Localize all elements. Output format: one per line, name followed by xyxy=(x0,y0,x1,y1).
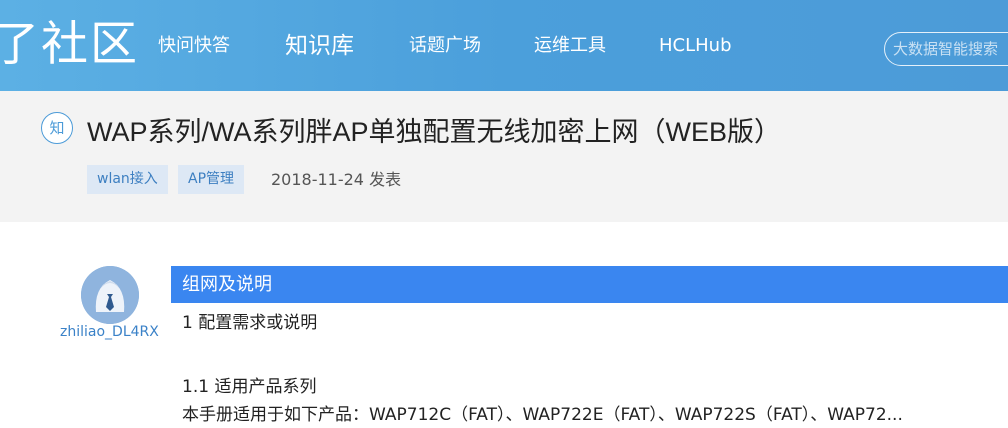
nav-item-knowledge-base[interactable]: 知识库 xyxy=(285,31,354,61)
article-header-band xyxy=(0,91,1008,222)
search-input[interactable] xyxy=(885,33,1008,65)
avatar-image xyxy=(81,266,139,324)
tag-wlan-access[interactable]: wlan接入 xyxy=(87,165,168,194)
content-line: 1.1 适用产品系列 xyxy=(182,377,317,397)
post-date: 2018-11-24 发表 xyxy=(271,170,402,189)
nav-item-topic-square[interactable]: 话题广场 xyxy=(409,33,481,59)
site-logo[interactable]: 了社区 xyxy=(0,17,139,73)
section-heading: 组网及说明 xyxy=(171,266,1008,303)
content-line: 1 配置需求或说明 xyxy=(182,313,318,333)
avatar[interactable] xyxy=(81,266,139,324)
content-line: 本手册适用于如下产品：WAP712C（FAT）、WAP722E（FAT）、WAP… xyxy=(182,405,903,425)
nav-item-hclhub[interactable]: HCLHub xyxy=(659,33,732,59)
page-title: WAP系列/WA系列胖AP单独配置无线加密上网（WEB版） xyxy=(87,117,782,147)
knowledge-badge-icon: 知 xyxy=(41,112,73,144)
top-navigation-bar: 了社区 快问快答 知识库 话题广场 运维工具 HCLHub xyxy=(0,0,1008,91)
author-name[interactable]: zhiliao_DL4RX xyxy=(60,321,160,343)
search-box xyxy=(884,32,1008,66)
nav-item-quick-qa[interactable]: 快问快答 xyxy=(158,33,230,59)
tag-ap-management[interactable]: AP管理 xyxy=(178,165,245,194)
nav-item-ops-tools[interactable]: 运维工具 xyxy=(534,33,606,59)
